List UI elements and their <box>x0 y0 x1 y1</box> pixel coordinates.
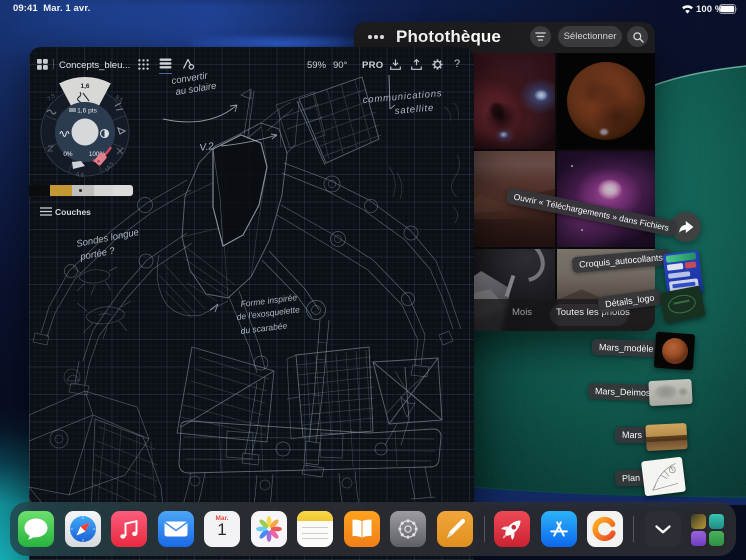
svg-text:satellite: satellite <box>394 103 434 117</box>
svg-text:6,8: 6,8 <box>76 172 84 179</box>
svg-text:1,6: 1,6 <box>80 83 89 90</box>
svg-text:V.2: V.2 <box>199 141 215 154</box>
svg-text:1,6 pts: 1,6 pts <box>77 108 97 115</box>
svg-text:0%: 0% <box>63 151 73 158</box>
svg-text:du scarabée: du scarabée <box>240 320 288 336</box>
